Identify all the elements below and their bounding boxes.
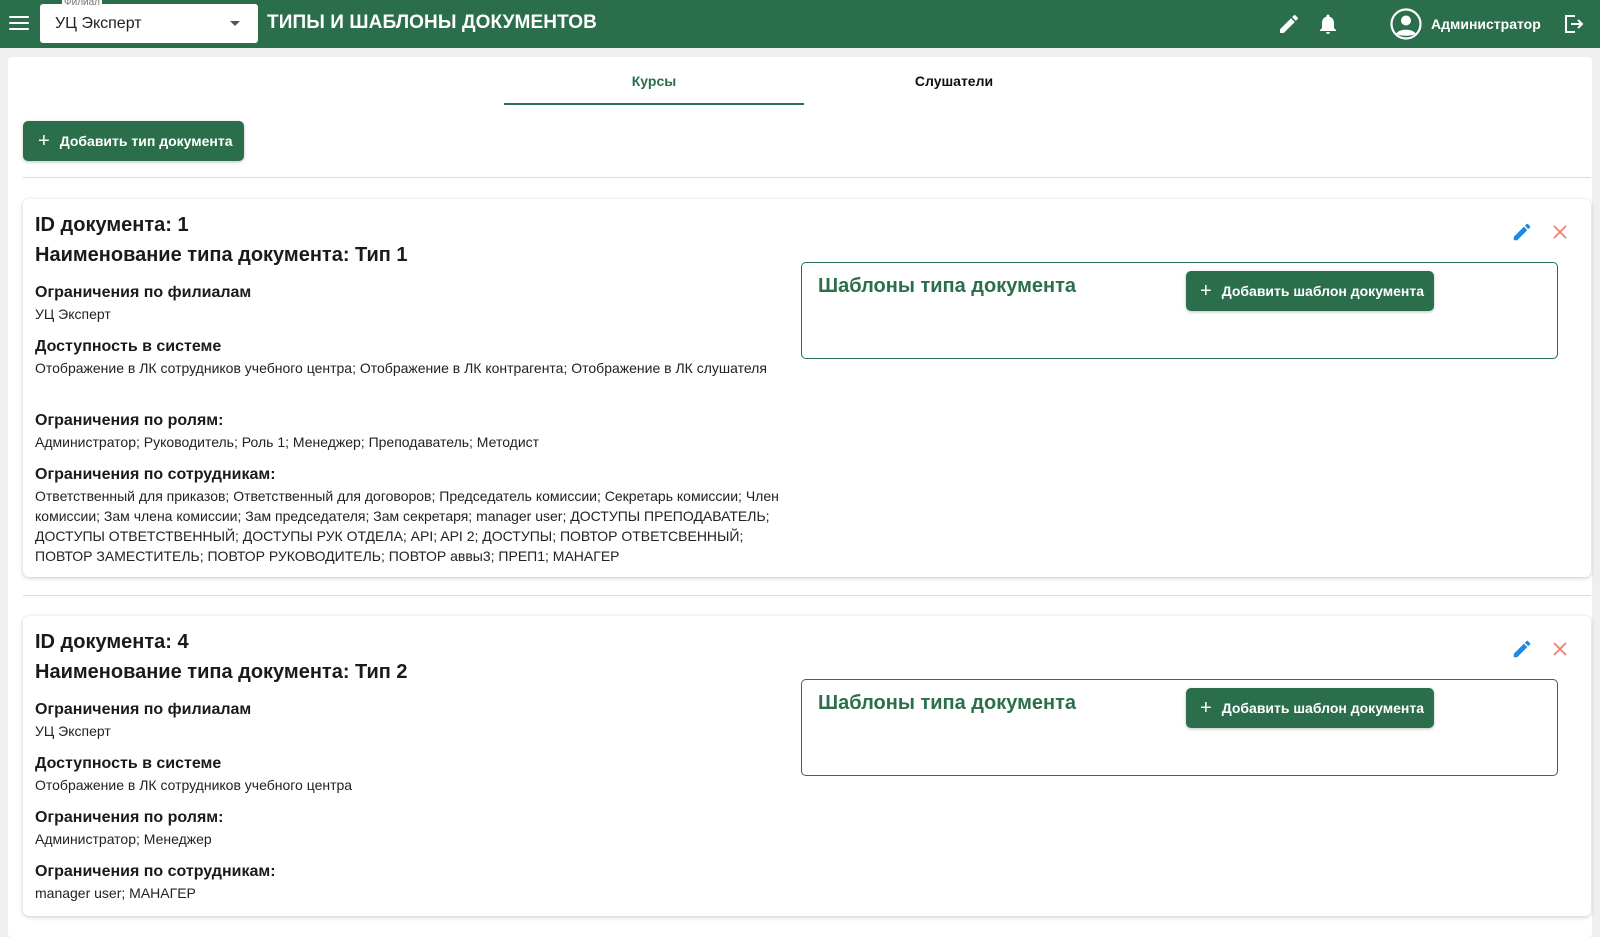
field-value: Администратор; Руководитель; Роль 1; Мен… [35, 434, 540, 450]
field-title: Ограничения по филиалам [35, 284, 252, 301]
pencil-icon[interactable] [1277, 12, 1301, 36]
field-title: Доступность в системе [35, 755, 222, 772]
branch-select-label: Филиал [62, 0, 103, 8]
delete-icon[interactable] [1549, 221, 1571, 243]
field-title: Доступность в системе [35, 338, 222, 355]
field-title: Ограничения по сотрудникам: [35, 863, 276, 880]
tab-listeners[interactable]: Слушатели [804, 57, 1104, 105]
add-document-template-button[interactable]: + Добавить шаблон документа [1186, 688, 1434, 728]
add-document-template-button[interactable]: + Добавить шаблон документа [1186, 271, 1434, 311]
field-value: УЦ Эксперт [35, 723, 111, 739]
field-value: Ответственный для приказов; Ответственны… [35, 488, 779, 564]
field-employee-restrictions: Ограничения по сотрудникам: Ответственны… [35, 465, 795, 566]
document-templates-box: Шаблоны типа документа + Добавить шаблон… [801, 679, 1558, 776]
field-branch-restrictions: Ограничения по филиалам УЦ Эксперт [35, 283, 795, 324]
page-title: ТИПЫ И ШАБЛОНЫ ДОКУМЕНТОВ [267, 12, 597, 33]
plus-icon: + [38, 130, 50, 152]
field-value: manager user; МАНАГЕР [35, 885, 196, 901]
caret-down-icon [230, 21, 240, 26]
tab-bar: Курсы Слушатели [504, 57, 1104, 105]
tab-courses[interactable]: Курсы [504, 57, 804, 105]
document-type-name: Наименование типа документа: Тип 2 [35, 661, 408, 683]
document-id: ID документа: 1 [35, 214, 189, 236]
user-menu[interactable]: Администратор [1390, 8, 1541, 40]
edit-icon[interactable] [1511, 638, 1533, 660]
field-value: УЦ Эксперт [35, 306, 111, 322]
menu-icon[interactable] [8, 12, 30, 34]
divider [23, 595, 1591, 596]
add-document-template-label: Добавить шаблон документа [1221, 283, 1425, 299]
field-value: Отображение в ЛК сотрудников учебного це… [35, 777, 353, 793]
edit-icon[interactable] [1511, 221, 1533, 243]
plus-icon: + [1200, 280, 1212, 302]
document-type-name: Наименование типа документа: Тип 1 [35, 244, 408, 266]
document-type-card: ID документа: 4 Наименование типа докуме… [23, 616, 1591, 916]
field-title: Ограничения по филиалам [35, 701, 252, 718]
field-title: Ограничения по сотрудникам: [35, 466, 276, 483]
field-system-availability: Доступность в системе Отображение в ЛК с… [35, 754, 795, 795]
field-role-restrictions: Ограничения по ролям: Администратор; Рук… [35, 411, 795, 452]
field-value: Отображение в ЛК сотрудников учебного це… [35, 360, 767, 376]
add-document-type-button[interactable]: + Добавить тип документа [23, 121, 244, 161]
user-name: Администратор [1431, 16, 1541, 32]
field-title: Ограничения по ролям: [35, 809, 224, 826]
document-type-card: ID документа: 1 Наименование типа докуме… [23, 199, 1591, 577]
field-system-availability: Доступность в системе Отображение в ЛК с… [35, 337, 795, 378]
add-document-template-label: Добавить шаблон документа [1221, 700, 1425, 716]
document-templates-box: Шаблоны типа документа + Добавить шаблон… [801, 262, 1558, 359]
branch-select-value: УЦ Эксперт [55, 15, 142, 32]
field-branch-restrictions: Ограничения по филиалам УЦ Эксперт [35, 700, 795, 741]
account-circle-icon [1390, 8, 1422, 40]
delete-icon[interactable] [1549, 638, 1571, 660]
field-role-restrictions: Ограничения по ролям: Администратор; Мен… [35, 808, 795, 849]
divider [23, 177, 1591, 178]
plus-icon: + [1200, 697, 1212, 719]
logout-icon[interactable] [1561, 12, 1585, 36]
top-app-bar: Филиал УЦ Эксперт ТИПЫ И ШАБЛОНЫ ДОКУМЕН… [0, 0, 1600, 48]
add-document-type-label: Добавить тип документа [59, 133, 233, 149]
field-employee-restrictions: Ограничения по сотрудникам: manager user… [35, 862, 795, 903]
main-panel: Курсы Слушатели + Добавить тип документа… [8, 57, 1592, 937]
field-title: Ограничения по ролям: [35, 412, 224, 429]
bell-icon[interactable] [1316, 12, 1340, 36]
templates-title: Шаблоны типа документа [818, 692, 1076, 714]
templates-title: Шаблоны типа документа [818, 275, 1076, 297]
field-value: Администратор; Менеджер [35, 831, 212, 847]
branch-select[interactable]: Филиал УЦ Эксперт [40, 0, 258, 43]
document-id: ID документа: 4 [35, 631, 189, 653]
